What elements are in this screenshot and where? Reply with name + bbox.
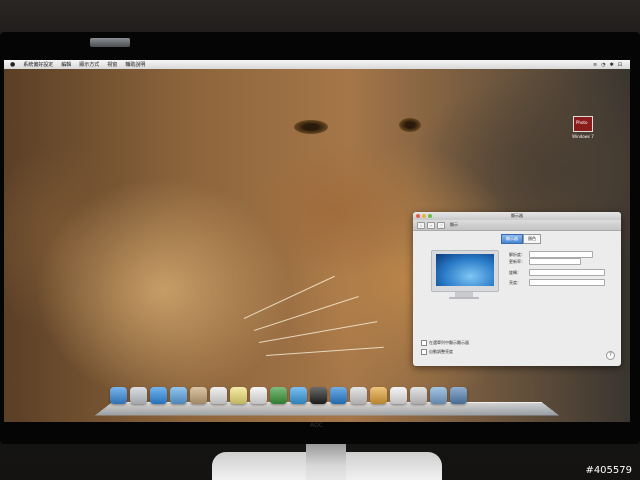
back-button[interactable]: ‹	[417, 221, 425, 229]
dock	[94, 387, 560, 417]
dock-downloads-icon[interactable]	[450, 387, 467, 404]
show-displays-checkbox[interactable]: 在選單列中顯示顯示器	[421, 340, 469, 346]
desktop-icon-label: Windows 7	[572, 134, 594, 139]
dock-notes-icon[interactable]	[230, 387, 247, 404]
display-image	[431, 250, 499, 299]
dock-shelf	[94, 401, 560, 416]
wifi-icon[interactable]: ≋	[591, 62, 599, 68]
desktop-icon-windows7[interactable]: Photo Windows 7	[571, 116, 595, 139]
webcam	[90, 38, 130, 47]
dock-documents-icon[interactable]	[390, 387, 407, 404]
resolution-field[interactable]	[529, 251, 593, 258]
whisker	[265, 346, 384, 356]
brightness-slider[interactable]	[529, 279, 605, 286]
checkbox-label: 自動調整亮度	[429, 349, 453, 354]
status-area: ≋ ◔ ✱ ⊡	[591, 62, 630, 68]
checkbox-label: 在選單列中顯示顯示器	[429, 340, 469, 345]
display-bezel	[431, 250, 499, 292]
apple-icon[interactable]: ●	[4, 61, 19, 68]
checkbox-box	[421, 349, 427, 355]
display-screen	[436, 254, 494, 286]
show-all-button[interactable]: ⋮	[437, 221, 445, 229]
dock-icons	[110, 387, 467, 404]
dock-mail-icon[interactable]	[170, 387, 187, 404]
toolbar-label: 顯示	[450, 222, 458, 227]
time-machine-icon[interactable]: ◔	[599, 62, 607, 68]
dock-trash-icon[interactable]	[410, 387, 427, 404]
window-title: 顯示器	[511, 213, 523, 218]
dock-photobooth-icon[interactable]	[310, 387, 327, 404]
dock-itunes-icon[interactable]	[290, 387, 307, 404]
thumb-text: Photo	[576, 120, 588, 125]
dock-safari-icon[interactable]	[150, 387, 167, 404]
dock-calendar-icon[interactable]	[210, 387, 227, 404]
menu-edit[interactable]: 編輯	[57, 61, 75, 68]
screen: ● 系統偏好設定 編輯 顯示方式 視窗 輔助說明 ≋ ◔ ✱ ⊡ Photo W…	[4, 60, 630, 422]
tab-bar: 顯示器 顏色	[501, 234, 541, 244]
menu-help[interactable]: 輔助說明	[121, 61, 149, 68]
dock-reminders-icon[interactable]	[250, 387, 267, 404]
dock-folder-icon[interactable]	[430, 387, 447, 404]
dock-chrome-icon[interactable]	[370, 387, 387, 404]
lion-eye-right	[399, 118, 421, 132]
rotation-label: 旋轉：	[509, 270, 521, 275]
display-preferences-window: 顯示器 ‹ › ⋮ 顯示 顯示器 顏色 解析度： 更新率： 旋轉： 亮度： 在選…	[413, 212, 621, 366]
checkbox-box	[421, 340, 427, 346]
display-foot	[449, 297, 479, 299]
auto-brightness-checkbox[interactable]: 自動調整亮度	[421, 349, 453, 355]
window-toolbar: ‹ › ⋮ 顯示	[413, 220, 621, 231]
whisker	[258, 321, 378, 343]
dock-appstore-icon[interactable]	[330, 387, 347, 404]
menu-view[interactable]: 顯示方式	[75, 61, 103, 68]
dock-finder-icon[interactable]	[110, 387, 127, 404]
rotation-popup[interactable]	[529, 269, 605, 276]
forward-button[interactable]: ›	[427, 221, 435, 229]
monitor-stand-neck	[306, 444, 346, 480]
dock-launchpad-icon[interactable]	[130, 387, 147, 404]
menu-bar: ● 系統偏好設定 編輯 顯示方式 視窗 輔助說明 ≋ ◔ ✱ ⊡	[4, 60, 630, 69]
tab-display[interactable]: 顯示器	[501, 234, 523, 244]
dock-preview-icon[interactable]	[350, 387, 367, 404]
bluetooth-icon[interactable]: ✱	[608, 62, 616, 68]
help-button[interactable]: ?	[606, 351, 615, 360]
menu-app[interactable]: 系統偏好設定	[19, 61, 57, 68]
menu-window[interactable]: 視窗	[103, 61, 121, 68]
whisker	[253, 296, 359, 331]
dock-contacts-icon[interactable]	[190, 387, 207, 404]
battery-icon[interactable]: ⊡	[616, 62, 624, 68]
window-titlebar[interactable]: 顯示器	[413, 212, 621, 220]
monitor-brand: AOC	[310, 422, 323, 429]
brightness-label: 亮度：	[509, 280, 521, 285]
refresh-field[interactable]	[529, 258, 581, 265]
photo-thumbnail-icon: Photo	[573, 116, 593, 132]
tab-color[interactable]: 顏色	[523, 234, 541, 244]
dock-facetime-icon[interactable]	[270, 387, 287, 404]
refresh-label: 更新率：	[509, 259, 525, 264]
resolution-label: 解析度：	[509, 252, 525, 257]
watermark-text: #405579	[585, 465, 632, 476]
whisker	[243, 275, 335, 319]
lion-eye-left	[294, 120, 328, 134]
